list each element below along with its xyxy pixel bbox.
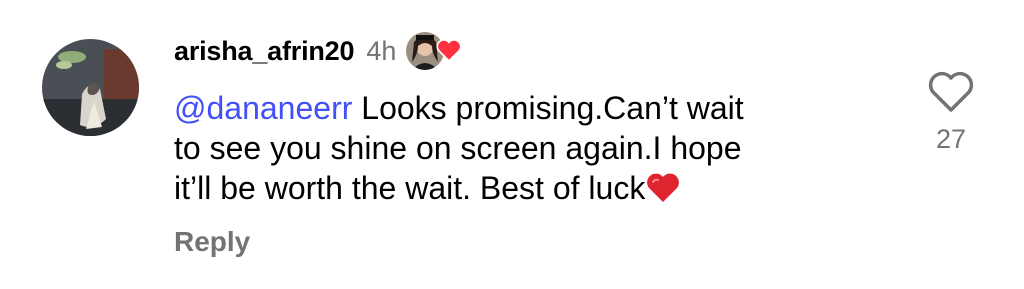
red-heart-emoji-icon [647, 173, 680, 202]
username[interactable]: arisha_afrin20 [174, 36, 355, 67]
like-count: 27 [935, 124, 967, 154]
like-column: 27 [920, 70, 982, 155]
comment: arisha_afrin20 4h @dananeerr Looks promi… [174, 28, 894, 258]
timestamp: 4h [366, 35, 397, 66]
author-liked-heart-icon [436, 39, 462, 62]
avatar[interactable] [42, 39, 139, 136]
mention-link[interactable]: @dananeerr [174, 90, 352, 126]
reply-button[interactable]: Reply [174, 226, 894, 258]
comment-text-line-3: it’ll be worth the wait. Best of luck [174, 170, 646, 206]
heart-outline-icon[interactable] [927, 70, 975, 114]
comment-text-line-1: Looks promising.Can’t wait [352, 90, 744, 126]
author-liked-badge [406, 29, 468, 73]
comment-meta: arisha_afrin20 4h [174, 28, 894, 74]
comment-text-line-2: to see you shine on screen again.I hope [174, 130, 742, 166]
comment-text: @dananeerr Looks promising.Can’t wait to… [174, 88, 894, 208]
avatar-image [42, 39, 139, 136]
